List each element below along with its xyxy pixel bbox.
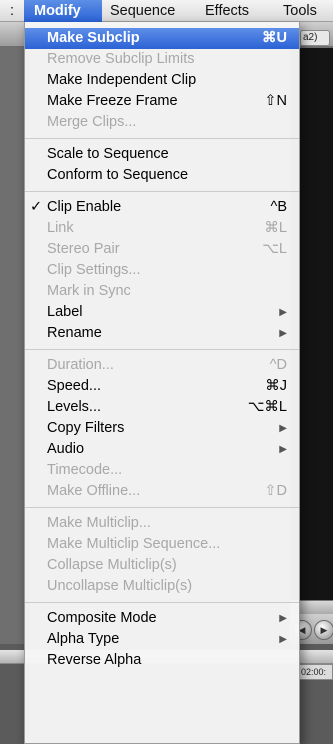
menu-item-label: Link [47, 220, 74, 236]
menubar-item-modify[interactable]: Modify [24, 0, 102, 22]
menu-item[interactable]: Scale to Sequence [25, 144, 299, 165]
menu-separator [25, 191, 299, 192]
menu-item-shortcut: ⇧D [264, 483, 287, 499]
menubar-item-effects[interactable]: Effects [205, 0, 249, 22]
menu-separator [25, 602, 299, 603]
submenu-arrow-icon: ▶ [279, 634, 287, 645]
menu-item-label: Levels... [47, 399, 101, 415]
menu-item-shortcut: ⌥⌘L [247, 399, 287, 415]
menu-item[interactable]: Composite Mode ▶ [25, 608, 299, 629]
submenu-arrow-icon: ▶ [279, 423, 287, 434]
submenu-arrow-icon: ▶ [279, 613, 287, 624]
menu-item: Stereo Pair ⌥L [25, 239, 299, 260]
menu-item: Make Multiclip... [25, 513, 299, 534]
menubar-item-sequence[interactable]: Sequence [110, 0, 175, 22]
menu-item-label: Uncollapse Multiclip(s) [47, 578, 193, 594]
menu-item-shortcut: ^B [270, 199, 287, 215]
menu-item[interactable]: Alpha Type ▶ [25, 629, 299, 650]
menu-item-shortcut: ⌥L [262, 241, 287, 257]
menu-item-label: Scale to Sequence [47, 146, 169, 162]
menu-item-label: Rename [47, 325, 102, 341]
menu-item-label: Mark in Sync [47, 283, 131, 299]
menubar-item-view[interactable]: : [10, 0, 14, 22]
menu-bar: : Modify Sequence Effects Tools [0, 0, 333, 22]
background-tab[interactable]: a2) [300, 30, 330, 46]
menu-item[interactable]: Speed... ⌘J [25, 376, 299, 397]
menu-item: Make Multiclip Sequence... [25, 534, 299, 555]
menu-item-shortcut: ⌘L [264, 220, 287, 236]
menu-separator [25, 349, 299, 350]
menu-item[interactable]: Make Subclip ⌘U [25, 28, 299, 49]
menu-item: Collapse Multiclip(s) [25, 555, 299, 576]
menu-item[interactable]: Reverse Alpha [25, 650, 299, 671]
menu-item: Mark in Sync [25, 281, 299, 302]
submenu-arrow-icon: ▶ [279, 307, 287, 318]
menu-item[interactable]: Label ▶ [25, 302, 299, 323]
menu-item-label: Make Freeze Frame [47, 93, 178, 109]
menu-item-label: Alpha Type [47, 631, 120, 647]
menu-item: Uncollapse Multiclip(s) [25, 576, 299, 597]
menu-item: Link ⌘L [25, 218, 299, 239]
menu-item[interactable]: ✓ Clip Enable ^B [25, 197, 299, 218]
menu-item-shortcut: ^D [269, 357, 287, 373]
menu-item[interactable]: Audio ▶ [25, 439, 299, 460]
menu-item-label: Make Independent Clip [47, 72, 197, 88]
menu-separator [25, 507, 299, 508]
menu-separator [25, 138, 299, 139]
menu-item: Duration... ^D [25, 355, 299, 376]
menu-item-label: Stereo Pair [47, 241, 120, 257]
menu-item-label: Make Multiclip... [47, 515, 151, 531]
menu-item-label: Make Offline... [47, 483, 141, 499]
menu-item[interactable]: Levels... ⌥⌘L [25, 397, 299, 418]
menu-item: Clip Settings... [25, 260, 299, 281]
menu-item[interactable]: Make Freeze Frame ⇧N [25, 91, 299, 112]
submenu-arrow-icon: ▶ [279, 444, 287, 455]
menu-item-label: Audio [47, 441, 85, 457]
menu-item[interactable]: Conform to Sequence [25, 165, 299, 186]
menu-item: Remove Subclip Limits [25, 49, 299, 70]
menu-item-label: Clip Settings... [47, 262, 141, 278]
menu-item-label: Composite Mode [47, 610, 157, 626]
menu-item-label: Conform to Sequence [47, 167, 189, 183]
menu-item-label: Speed... [47, 378, 102, 394]
menu-item-label: Clip Enable [47, 199, 122, 215]
menu-item-shortcut: ⌘J [265, 378, 287, 394]
menu-item-label: Make Multiclip Sequence... [47, 536, 221, 552]
timecode-display: 02:00: [298, 664, 333, 680]
menu-item: Make Offline... ⇧D [25, 481, 299, 502]
menubar-item-tools[interactable]: Tools [283, 0, 317, 22]
menu-item-label: Remove Subclip Limits [47, 51, 195, 67]
play-icon[interactable]: ▶ [314, 620, 333, 640]
modify-menu: Make Subclip ⌘U Remove Subclip Limits Make … [24, 22, 300, 744]
menu-item-shortcut: ⇧N [264, 93, 287, 109]
menu-item-shortcut: ⌘U [262, 30, 287, 46]
menu-item-label: Reverse Alpha [47, 652, 142, 668]
menu-item[interactable]: Make Independent Clip [25, 70, 299, 91]
menu-item-label: Copy Filters [47, 420, 125, 436]
menu-item: Timecode... [25, 460, 299, 481]
submenu-arrow-icon: ▶ [279, 328, 287, 339]
menu-item-label: Collapse Multiclip(s) [47, 557, 177, 573]
menu-item-label: Timecode... [47, 462, 123, 478]
menu-item-label: Merge Clips... [47, 114, 137, 130]
menu-item: Merge Clips... [25, 112, 299, 133]
checkmark-icon: ✓ [30, 199, 43, 215]
menu-item[interactable]: Copy Filters ▶ [25, 418, 299, 439]
menu-item-label: Make Subclip [47, 30, 140, 46]
menu-item-label: Label [47, 304, 83, 320]
menu-item-label: Duration... [47, 357, 114, 373]
menu-item[interactable]: Rename ▶ [25, 323, 299, 344]
